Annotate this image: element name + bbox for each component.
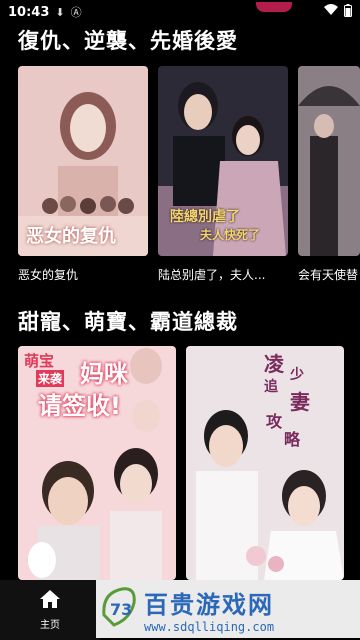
drama-poster[interactable]: 萌宝 来袭 妈咪 请签收!: [18, 346, 176, 580]
drama-title[interactable]: 会有天使替: [298, 266, 360, 283]
poster-title-line1: 陸總別虐了: [170, 209, 240, 225]
drama-card[interactable]: 会有天使替: [298, 66, 360, 283]
poster-title-line2: 夫人快死了: [200, 228, 261, 242]
poster-text-5: 攻: [266, 412, 283, 431]
drama-row-sweet: 萌宝 来袭 妈咪 请签收! 凌 少 追 妻 攻 略: [18, 346, 344, 580]
download-icon: ⬇: [55, 5, 65, 19]
poster-text-3: 妈咪: [80, 360, 128, 388]
battery-icon: [344, 3, 352, 21]
drama-poster[interactable]: 恶女的复仇: [18, 66, 148, 256]
drama-card[interactable]: 萌宝 来袭 妈咪 请签收!: [18, 346, 176, 580]
poster-text-1: 凌: [264, 352, 284, 376]
poster-text-4: 妻: [290, 390, 310, 414]
drama-title[interactable]: 恶女的复仇: [18, 266, 148, 283]
watermark-logo-icon: 73: [100, 585, 138, 633]
watermark-text: 百贵游戏网: [144, 590, 274, 619]
poster-text-6: 略: [284, 430, 301, 449]
drama-row-revenge: 恶女的复仇 恶女的复仇 陸總別虐了 夫人快死了 陆总别虐了，夫人... 会有天使…: [18, 66, 360, 283]
drama-title[interactable]: 陆总别虐了，夫人...: [158, 266, 288, 283]
home-label: 主页: [40, 620, 60, 631]
drama-card[interactable]: 凌 少 追 妻 攻 略: [186, 346, 344, 580]
drama-card[interactable]: 恶女的复仇 恶女的复仇: [18, 66, 148, 283]
watermark-url: www.sdqlliqing.com: [144, 619, 275, 634]
section-title-revenge: 復仇、逆襲、先婚後愛: [18, 29, 238, 53]
poster-text-4: 请签收!: [38, 392, 121, 420]
drama-poster[interactable]: 陸總別虐了 夫人快死了: [158, 66, 288, 256]
status-indicator: [256, 2, 292, 12]
section-title-sweet: 甜寵、萌寶、霸道總裁: [18, 310, 238, 334]
home-icon: [39, 589, 61, 613]
bottom-nav-home[interactable]: 主页: [0, 580, 100, 640]
poster-text-1: 萌宝: [24, 352, 55, 370]
poster-title: 恶女的复仇: [26, 226, 116, 247]
svg-text:73: 73: [110, 600, 132, 619]
watermark: 73 百贵游戏网 www.sdqlliqing.com: [96, 580, 360, 638]
status-bar: 10:43 ⬇ Ⓐ: [0, 0, 360, 24]
drama-card[interactable]: 陸總別虐了 夫人快死了 陆总别虐了，夫人...: [158, 66, 288, 283]
status-time: 10:43: [8, 4, 50, 20]
notification-a-icon: Ⓐ: [70, 6, 82, 19]
poster-text-3: 追: [264, 379, 278, 395]
poster-text-2: 来袭: [36, 370, 65, 387]
poster-text-2: 少: [290, 367, 304, 383]
wifi-icon: [324, 4, 338, 20]
drama-poster[interactable]: [298, 66, 360, 256]
drama-poster[interactable]: 凌 少 追 妻 攻 略: [186, 346, 344, 580]
